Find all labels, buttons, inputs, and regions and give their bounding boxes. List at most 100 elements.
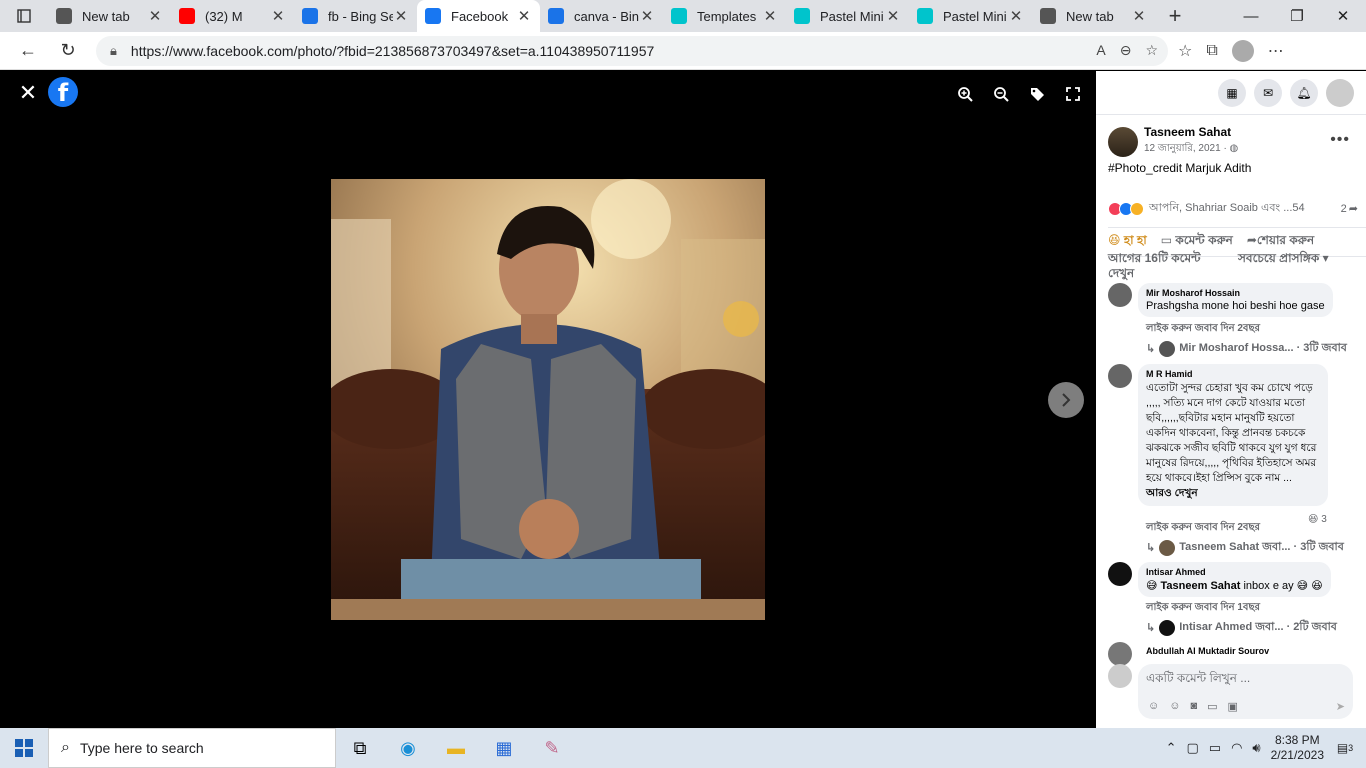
address-bar-icons: A ⊖ ☆ [1096, 42, 1158, 59]
system-tray: ⌃ ▢ ▭ ◠ 🔊︎ 8:38 PM 2/21/2023 ▤ 3 [1166, 733, 1366, 763]
clock-time: 8:38 PM [1274, 733, 1320, 747]
show-hidden-icons[interactable]: ⌃ [1166, 740, 1177, 756]
zoom-icon[interactable]: ⊖ [1120, 42, 1132, 59]
browser-tab[interactable]: canva - Bin ✕ [540, 0, 663, 32]
post-date[interactable]: 12 জানুয়ারি, 2021 · ◍ [1144, 141, 1238, 158]
reaction-summary[interactable]: আপনি, Shahriar Soaib এবং ...54 2 ➦ [1108, 199, 1358, 218]
clock[interactable]: 8:38 PM 2/21/2023 [1271, 733, 1324, 763]
browser-tab[interactable]: Pastel Mini ✕ [909, 0, 1032, 32]
messenger-icon[interactable]: ✉ [1254, 78, 1282, 107]
author-avatar[interactable] [1108, 126, 1138, 157]
new-tab-button[interactable]: + [1155, 0, 1195, 32]
close-tab-icon[interactable]: ✕ [1008, 7, 1024, 25]
emoji-icon[interactable]: ☺ [1169, 700, 1180, 713]
close-viewer-button[interactable]: ✕ [17, 80, 39, 105]
close-tab-icon[interactable]: ✕ [1131, 7, 1147, 25]
avatar-sticker-icon[interactable]: ☺ [1148, 700, 1159, 713]
browser-tab[interactable]: fb - Bing Se ✕ [294, 0, 417, 32]
comment-reaction-count[interactable]: 😆︎ 3 [1308, 514, 1327, 525]
wifi-icon[interactable]: ◠ [1231, 740, 1242, 756]
zoom-out-icon[interactable] [992, 85, 1010, 103]
comment-button[interactable]: ▭ কমেন্ট করুন [1161, 232, 1233, 252]
store-icon[interactable]: ▦ [480, 728, 528, 768]
menu-grid-icon[interactable]: ▦ [1218, 78, 1246, 107]
browser-tab[interactable]: Facebook ✕ [417, 0, 540, 32]
read-aloud-icon[interactable]: A [1096, 42, 1105, 59]
taskbar-search[interactable]: ⌕ Type here to search [48, 728, 336, 768]
notifications-bell-icon[interactable]: 🔔︎ [1290, 78, 1318, 107]
browser-tab[interactable]: New tab ✕ [48, 0, 171, 32]
close-tab-icon[interactable]: ✕ [762, 7, 778, 25]
minimize-button[interactable]: — [1228, 0, 1274, 32]
commenter-avatar[interactable] [1108, 562, 1132, 586]
view-replies-link[interactable]: ↳ Intisar Ahmed জবা... · 2টি জবাব [1146, 618, 1337, 637]
browser-tab[interactable]: New tab ✕ [1032, 0, 1155, 32]
close-tab-icon[interactable]: ✕ [885, 7, 901, 25]
sticker-icon[interactable]: ▣ [1228, 700, 1238, 713]
commenter-avatar[interactable] [1108, 642, 1132, 666]
tag-icon[interactable] [1028, 85, 1046, 103]
tab-title: Templates [697, 8, 757, 24]
close-window-button[interactable]: ✕ [1320, 0, 1366, 32]
meet-now-icon[interactable]: ▢ [1186, 740, 1198, 756]
camera-icon[interactable]: ◙ [1190, 700, 1197, 713]
see-more-link[interactable]: আরও দেখুন [1146, 487, 1198, 499]
favorites-icon[interactable]: ☆ [1178, 41, 1192, 61]
comment-meta[interactable]: লাইক করুন জবাব দিন 2বছর [1146, 520, 1260, 537]
photo-viewer: ✕ f [0, 71, 1096, 728]
view-replies-link[interactable]: ↳ Tasneem Sahat জবা... · 3টি জবাব [1146, 538, 1344, 557]
author-name[interactable]: Tasneem Sahat [1144, 125, 1238, 139]
close-tab-icon[interactable]: ✕ [516, 7, 532, 25]
mention-link[interactable]: Tasneem Sahat [1161, 580, 1241, 592]
notification-center-icon[interactable]: ▤ 3 [1334, 738, 1356, 758]
commenter-name[interactable]: Mir Mosharof Hossain [1146, 288, 1325, 298]
browser-tab[interactable]: Templates ✕ [663, 0, 786, 32]
sort-comments-dropdown[interactable]: সবচেয়ে প্রাসঙ্গিক ▾ [1238, 251, 1358, 281]
zoom-in-icon[interactable] [956, 85, 974, 103]
send-icon[interactable]: ➤ [1336, 700, 1345, 713]
tab-actions-button[interactable] [0, 0, 48, 32]
close-tab-icon[interactable]: ✕ [393, 7, 409, 25]
task-view-icon[interactable]: ⧉ [336, 728, 384, 768]
haha-reaction-button[interactable]: 😆︎ হা হা [1108, 232, 1147, 252]
back-button[interactable]: ← [8, 32, 48, 70]
browser-tab[interactable]: Pastel Mini ✕ [786, 0, 909, 32]
profile-avatar[interactable] [1231, 39, 1254, 62]
close-tab-icon[interactable]: ✕ [270, 7, 286, 25]
commenter-name[interactable]: Abdullah Al Muktadir Sourov [1146, 646, 1269, 656]
facebook-logo-icon[interactable]: f [48, 77, 78, 107]
close-tab-icon[interactable]: ✕ [639, 7, 655, 25]
commenter-name[interactable]: Intisar Ahmed [1146, 567, 1323, 577]
commenter-name[interactable]: M R Hamid [1146, 369, 1320, 379]
view-replies-link[interactable]: ↳ Mir Mosharof Hossa... · 3টি জবাব [1146, 339, 1347, 358]
post-options-icon[interactable]: ••• [1330, 131, 1350, 149]
commenter-avatar[interactable] [1108, 283, 1132, 307]
edge-icon[interactable]: ◉ [384, 728, 432, 768]
browser-tab[interactable]: (32) M ✕ [171, 0, 294, 32]
start-button[interactable] [0, 728, 48, 768]
previous-comments-link[interactable]: আগের 16টি কমেন্ট দেখুন [1108, 251, 1228, 281]
comment-meta[interactable]: লাইক করুন জবাব দিন 2বছর [1146, 321, 1260, 338]
comment-count[interactable]: 2 [1341, 203, 1347, 215]
hashtag-link[interactable]: #Photo_credit [1108, 161, 1182, 175]
file-explorer-icon[interactable]: ▬ [432, 728, 480, 768]
close-tab-icon[interactable]: ✕ [147, 7, 163, 25]
address-bar[interactable]: 🔒︎ https://www.facebook.com/photo/?fbid=… [96, 35, 1168, 66]
add-favorite-icon[interactable]: ☆ [1145, 42, 1158, 59]
settings-menu-icon[interactable]: ⋯ [1268, 41, 1284, 61]
collections-icon[interactable]: ⧉ [1206, 42, 1217, 60]
comment-input[interactable]: একটি কমেন্ট লিখুন ... ☺ ☺ ◙ ▭ ▣ ➤ [1138, 664, 1353, 719]
commenter-avatar[interactable] [1108, 364, 1132, 388]
refresh-button[interactable]: ↻ [48, 32, 88, 70]
battery-icon[interactable]: ▭ [1209, 740, 1221, 756]
gif-icon[interactable]: ▭ [1207, 700, 1217, 713]
paint-icon[interactable]: ✎ [528, 728, 576, 768]
volume-icon[interactable]: 🔊︎ [1252, 740, 1260, 756]
next-photo-button[interactable] [1048, 382, 1084, 418]
fullscreen-icon[interactable] [1064, 85, 1082, 103]
restore-button[interactable]: ❐ [1274, 0, 1320, 32]
url-text: https://www.facebook.com/photo/?fbid=213… [130, 42, 655, 59]
account-avatar[interactable] [1326, 78, 1354, 107]
comment-meta[interactable]: লাইক করুন জবাব দিন 1বছর [1146, 600, 1260, 617]
share-button[interactable]: ➦শেয়ার করুন [1247, 232, 1314, 252]
